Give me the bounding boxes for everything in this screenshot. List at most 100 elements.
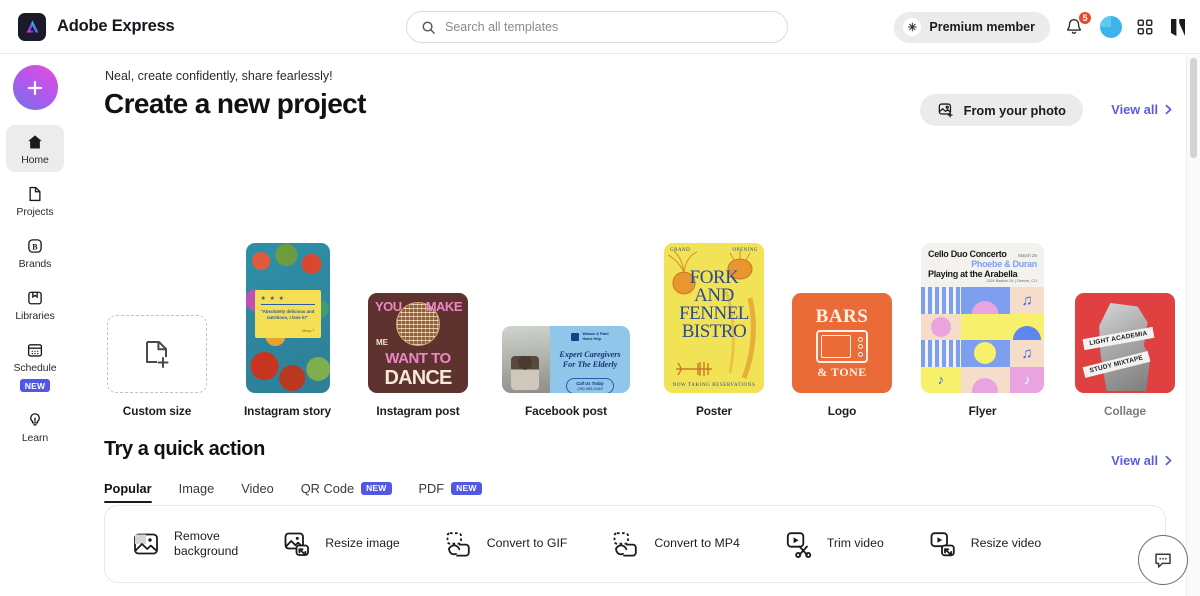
template-thumbnail: BARS & TONE	[792, 293, 892, 393]
calendar-icon	[26, 341, 44, 359]
tab-video[interactable]: Video	[241, 473, 274, 503]
sidebar-item-home[interactable]: Home	[6, 125, 64, 172]
sidebar-item-label: Brands	[19, 258, 52, 270]
quick-action-convert-to-gif[interactable]: Convert to GIF	[444, 529, 568, 559]
template-card-instagram-post[interactable]: YOU MAKE ME WANT TO DANCE Instagram post	[368, 293, 468, 418]
flyer-address: 1326 Bastion St. | Denver, CO	[928, 279, 1037, 283]
scrollbar-thumb[interactable]	[1190, 58, 1197, 158]
template-cards-carousel: Custom size ★ ★ ★ "Absolutely delicious …	[104, 173, 1194, 418]
chat-bubble-icon	[1152, 549, 1174, 571]
adobe-logo-icon	[1168, 18, 1188, 37]
quick-action-trim-video[interactable]: Trim video	[784, 529, 884, 559]
home-icon	[26, 133, 44, 151]
quick-action-resize-image[interactable]: Resize image	[282, 529, 400, 559]
search-box[interactable]	[406, 11, 788, 43]
poster-bottom-text: NOW TAKING RESERVATIONS	[669, 383, 759, 388]
app-switcher-button[interactable]	[1136, 18, 1154, 36]
tab-new-badge: NEW	[361, 482, 391, 495]
premium-member-button[interactable]: ✳ Premium member	[894, 12, 1050, 43]
template-card-label: Instagram post	[376, 404, 459, 418]
igpost-you: YOU	[375, 301, 402, 313]
logo-bottom-text: & TONE	[817, 365, 867, 380]
fbpost-headline: Expert Caregivers For The Elderly	[555, 350, 625, 371]
template-card-logo[interactable]: BARS & TONE Logo	[792, 293, 892, 418]
template-card-facebook-post[interactable]: Watson & Patel Home Help Expert Caregive…	[502, 326, 630, 418]
template-card-label: Collage	[1104, 404, 1146, 418]
brand-name: Adobe Express	[57, 17, 175, 36]
sidebar-item-label: Learn	[22, 432, 48, 444]
document-icon	[26, 185, 44, 203]
notification-count-badge: 5	[1078, 11, 1092, 25]
statue-graphic	[1093, 303, 1155, 391]
sidebar-item-learn[interactable]: Learn	[6, 403, 64, 450]
quick-action-convert-to-mp4[interactable]: Convert to MP4	[611, 529, 739, 559]
sidebar-item-brands[interactable]: B Brands	[6, 229, 64, 276]
search-input[interactable]	[445, 20, 773, 34]
story-quote: "Absolutely delicious and nutritious, I …	[261, 309, 315, 322]
fbpost-cta: Call Us Today (99) 555-0169	[566, 378, 614, 393]
sidebar-item-schedule[interactable]: Schedule NEW	[6, 333, 64, 398]
sparkle-icon: ✳	[903, 18, 921, 36]
template-card-label: Instagram story	[244, 404, 331, 418]
adobe-a-logo-icon	[18, 13, 46, 41]
chat-support-button[interactable]	[1138, 535, 1188, 585]
sidebar-item-label: Schedule	[14, 362, 57, 374]
igpost-dance: DANCE	[368, 367, 468, 390]
avatar[interactable]	[1100, 16, 1122, 38]
page-scrollbar[interactable]	[1186, 55, 1200, 596]
from-your-photo-button[interactable]: From your photo	[920, 94, 1083, 126]
quick-action-remove-background[interactable]: Remove background	[131, 529, 238, 560]
convert-mp4-icon	[611, 529, 641, 559]
template-card-flyer[interactable]: Cello Duo Concerto March 25 Phoebe & Dur…	[921, 243, 1044, 418]
view-all-quick-actions-link[interactable]: View all	[1111, 453, 1173, 468]
poster-title-line4: BISTRO	[664, 323, 764, 341]
custom-size-dropzone	[107, 315, 207, 393]
fbpost-cta-line2: (99) 555-0169	[576, 386, 604, 391]
convert-gif-icon	[444, 529, 474, 559]
view-all-projects-link[interactable]: View all	[1111, 102, 1173, 117]
fbpost-cta-line1: Call Us Today	[576, 381, 604, 386]
template-card-poster[interactable]: GRAND OPENING FORK AND FENNEL BISTRO NOW…	[664, 243, 764, 418]
poster-top-right: OPENING	[733, 248, 758, 253]
quick-action-label-line1: Resize video	[971, 536, 1041, 551]
search-icon	[421, 20, 436, 35]
tab-popular[interactable]: Popular	[104, 473, 152, 503]
adobe-logo-button[interactable]	[1168, 18, 1188, 37]
tab-qr-code[interactable]: QR Code NEW	[301, 473, 392, 503]
template-thumbnail: LIGHT ACADEMIA STUDY MIXTAPE	[1075, 293, 1175, 393]
template-card-collage[interactable]: LIGHT ACADEMIA STUDY MIXTAPE Collage	[1075, 293, 1175, 418]
tab-label: Popular	[104, 481, 152, 496]
template-card-custom-size[interactable]: Custom size	[107, 315, 207, 418]
template-thumbnail: GRAND OPENING FORK AND FENNEL BISTRO NOW…	[664, 243, 764, 393]
template-thumbnail: YOU MAKE ME WANT TO DANCE	[368, 293, 468, 393]
tab-pdf[interactable]: PDF NEW	[419, 473, 482, 503]
template-thumbnail	[107, 315, 207, 393]
tab-label: PDF	[419, 481, 445, 496]
lightbulb-icon	[26, 411, 44, 429]
tab-label: Image	[179, 481, 215, 496]
fbpost-logo: Watson & Patel Home Help	[571, 332, 608, 342]
sidebar-item-label: Home	[21, 154, 49, 166]
view-all-label: View all	[1111, 453, 1158, 468]
tv-graphic	[816, 330, 868, 363]
main-content: Neal, create confidently, share fearless…	[70, 55, 1195, 596]
sidebar-item-libraries[interactable]: Libraries	[6, 281, 64, 328]
quick-action-tabs: Popular Image Video QR Code NEW PDF NEW	[104, 473, 482, 503]
create-new-button[interactable]	[13, 65, 58, 110]
resize-video-icon	[928, 529, 958, 559]
resize-image-icon	[282, 529, 312, 559]
template-card-label: Poster	[696, 404, 732, 418]
notifications-button[interactable]: 5	[1064, 16, 1086, 38]
template-card-instagram-story[interactable]: ★ ★ ★ "Absolutely delicious and nutritio…	[244, 243, 331, 418]
template-card-label: Logo	[828, 404, 856, 418]
search-container	[406, 11, 788, 43]
quick-action-label-line1: Remove	[174, 529, 238, 544]
sidebar-item-projects[interactable]: Projects	[6, 177, 64, 224]
poster-top-left: GRAND	[670, 248, 690, 253]
brand-home-link[interactable]: Adobe Express	[18, 13, 175, 41]
tab-image[interactable]: Image	[179, 473, 215, 503]
sidebar: Home Projects B Brands Libraries Schedul…	[0, 55, 70, 596]
sidebar-item-label: Libraries	[15, 310, 54, 322]
top-right-actions: ✳ Premium member 5	[894, 0, 1188, 54]
quick-action-resize-video[interactable]: Resize video	[928, 529, 1041, 559]
